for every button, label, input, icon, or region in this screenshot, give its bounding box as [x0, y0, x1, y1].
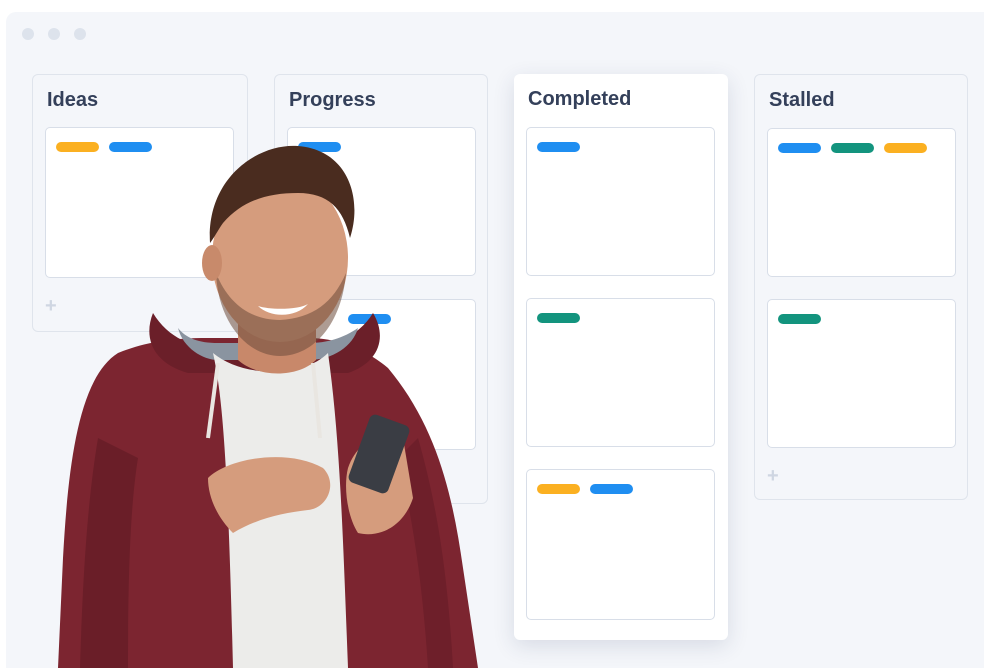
column-title: Stalled [769, 89, 835, 111]
column-title: Progress [289, 89, 376, 111]
card-tags [778, 314, 821, 324]
tag-yellow [884, 143, 927, 153]
tag-yellow [537, 484, 580, 494]
column-completed: Completed [514, 74, 728, 640]
add-card-button[interactable]: + [45, 295, 57, 318]
card-tags [537, 484, 633, 494]
tag-teal [778, 314, 821, 324]
window-dot-minimize[interactable] [48, 28, 60, 40]
person-with-phone-photo [58, 145, 478, 668]
card-tags [537, 313, 580, 323]
card-tags [778, 143, 927, 153]
window-dot-close[interactable] [22, 28, 34, 40]
add-card-button[interactable]: + [767, 465, 779, 488]
window-controls [22, 28, 86, 40]
tag-blue [537, 142, 580, 152]
task-card[interactable] [526, 469, 715, 620]
task-card[interactable] [767, 128, 956, 277]
task-card[interactable] [526, 127, 715, 276]
tag-teal [831, 143, 874, 153]
tag-teal [537, 313, 580, 323]
column-title: Ideas [47, 89, 99, 111]
task-card[interactable] [767, 299, 956, 448]
tag-blue [778, 143, 821, 153]
task-card[interactable] [526, 298, 715, 447]
column-title: Completed [528, 88, 632, 110]
column-stalled: Stalled + [754, 74, 968, 500]
tag-blue [590, 484, 633, 494]
window-dot-maximize[interactable] [74, 28, 86, 40]
card-tags [537, 142, 580, 152]
